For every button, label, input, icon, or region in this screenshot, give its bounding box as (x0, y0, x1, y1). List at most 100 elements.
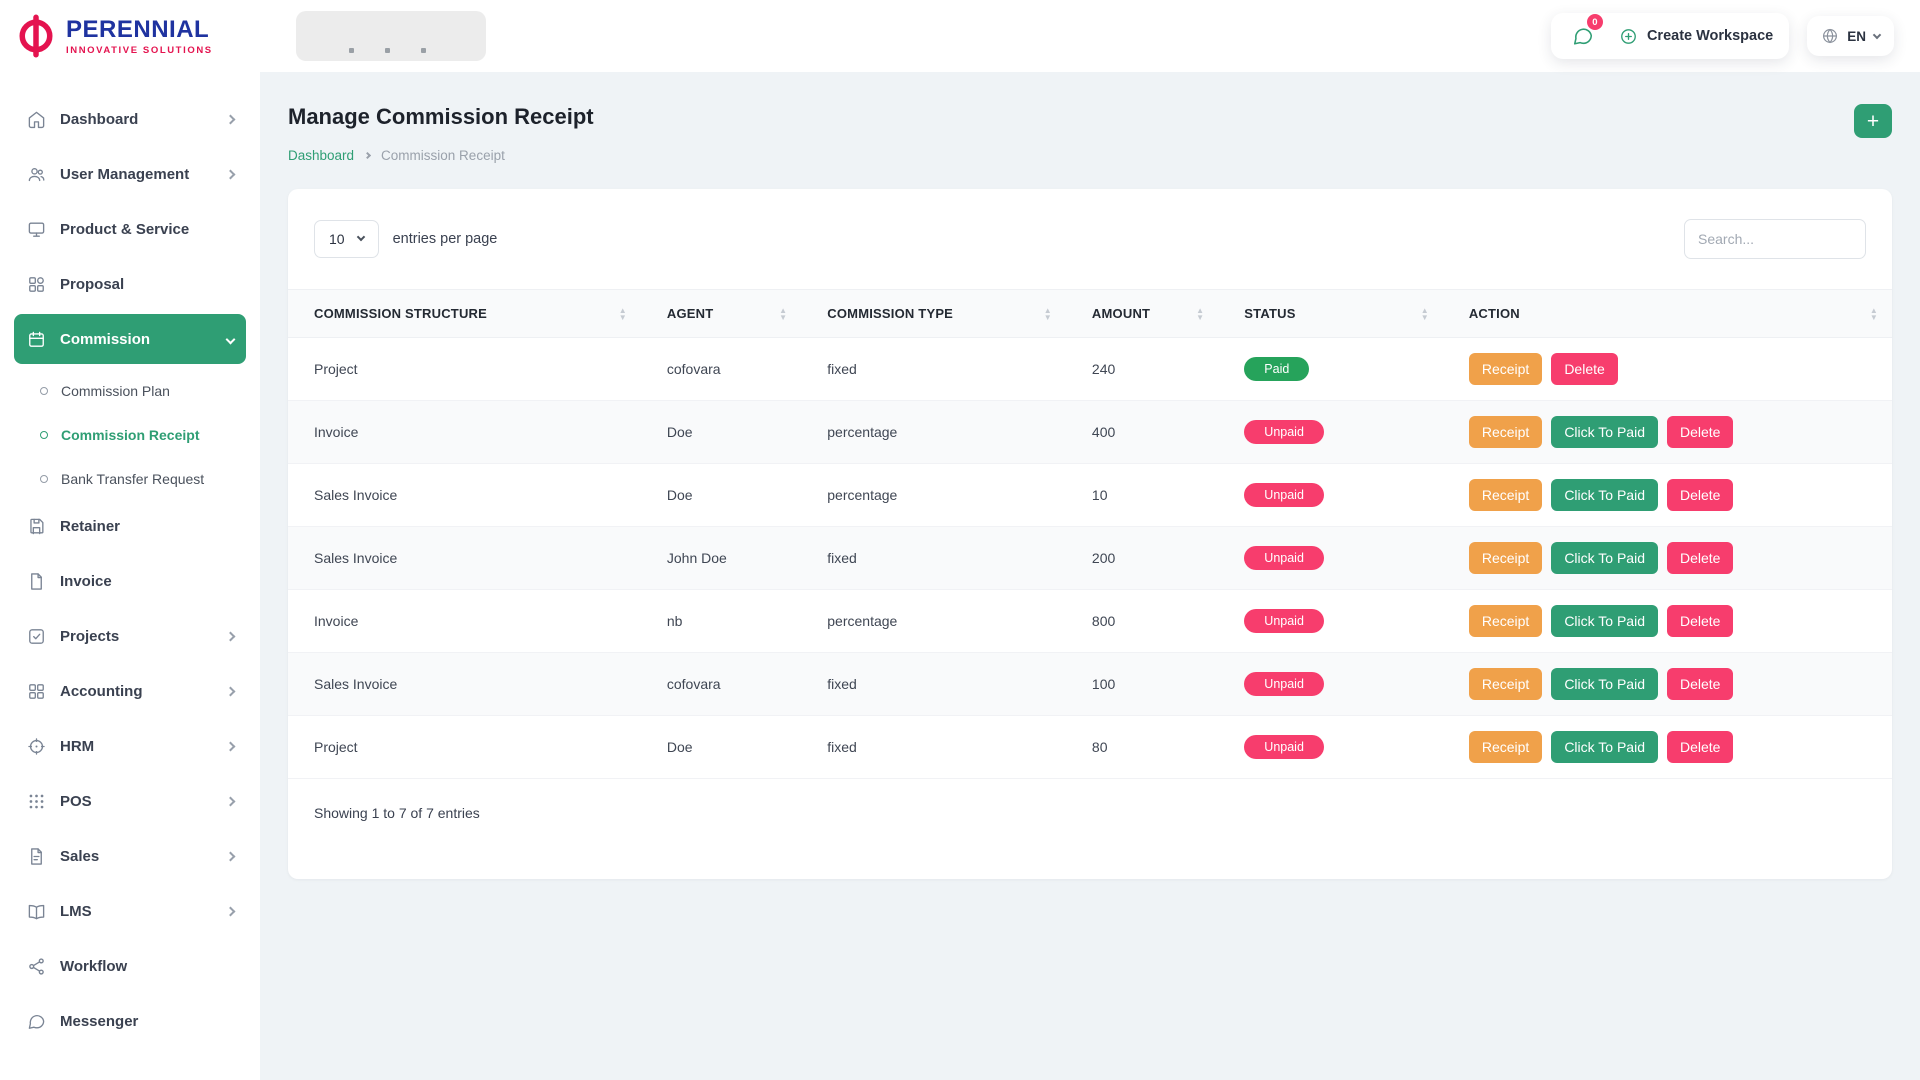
amount-cell: 100 (1066, 653, 1218, 716)
main-content: Manage Commission Receipt + Dashboard Co… (260, 0, 1920, 879)
sort-icon[interactable]: ▲▼ (1870, 307, 1878, 321)
sidebar-item-label: Sales (60, 848, 213, 865)
receipt-button[interactable]: Receipt (1469, 605, 1542, 637)
sort-icon[interactable]: ▲▼ (619, 307, 627, 321)
column-header-status[interactable]: STATUS ▲▼ (1218, 290, 1443, 338)
entries-per-page-select[interactable]: 10 (314, 220, 379, 258)
sidebar-item-user-management[interactable]: User Management (14, 149, 246, 199)
sidebar-item-projects[interactable]: Projects (14, 611, 246, 661)
commission-structure-cell: Sales Invoice (288, 527, 641, 590)
column-header-action[interactable]: ACTION▲▼ (1443, 290, 1892, 338)
click-to-paid-button[interactable]: Click To Paid (1551, 542, 1658, 574)
monitor-icon (26, 219, 46, 239)
search-box (1684, 219, 1866, 259)
users-icon (26, 164, 46, 184)
agent-cell: cofovara (641, 338, 801, 401)
sidebar-item-hrm[interactable]: HRM (14, 721, 246, 771)
add-button[interactable]: + (1854, 104, 1892, 138)
sidebar-item-accounting[interactable]: Accounting (14, 666, 246, 716)
column-header-amount[interactable]: AMOUNT▲▼ (1066, 290, 1218, 338)
sidebar-item-messenger[interactable]: Messenger (14, 996, 246, 1046)
commission-structure-cell: Invoice (288, 590, 641, 653)
sidebar-subitem-commission-plan[interactable]: Commission Plan (14, 369, 246, 413)
table-row: Sales Invoicecofovarafixed100UnpaidRecei… (288, 653, 1892, 716)
sidebar-subitem-commission-receipt[interactable]: Commission Receipt (14, 413, 246, 457)
file-icon (26, 571, 46, 591)
messages-button[interactable]: 0 (1567, 21, 1599, 51)
column-header-commission-type[interactable]: COMMISSION TYPE▲▼ (801, 290, 1066, 338)
action-cell: Receipt Click To Paid Delete (1443, 527, 1892, 590)
brand-logo[interactable]: PERENNIAL INNOVATIVE SOLUTIONS (0, 0, 260, 72)
create-workspace-button[interactable]: Create Workspace (1619, 27, 1773, 46)
sort-icon[interactable]: ▲▼ (1421, 307, 1429, 321)
status-badge: Unpaid (1244, 483, 1324, 507)
brand-logo-icon (14, 14, 58, 58)
click-to-paid-button[interactable]: Click To Paid (1551, 416, 1658, 448)
sort-icon[interactable]: ▲▼ (1196, 307, 1204, 321)
delete-button[interactable]: Delete (1551, 353, 1617, 385)
sidebar-item-workflow[interactable]: Workflow (14, 941, 246, 991)
agent-cell: John Doe (641, 527, 801, 590)
sidebar-item-label: Proposal (60, 276, 234, 293)
receipt-button[interactable]: Receipt (1469, 416, 1542, 448)
sidebar-subitem-bank-transfer-request[interactable]: Bank Transfer Request (14, 457, 246, 501)
chevron-down-icon (356, 233, 364, 241)
click-to-paid-button[interactable]: Click To Paid (1551, 668, 1658, 700)
delete-button[interactable]: Delete (1667, 731, 1733, 763)
chevron-down-icon (226, 334, 236, 344)
sort-icon[interactable]: ▲▼ (779, 307, 787, 321)
delete-button[interactable]: Delete (1667, 542, 1733, 574)
sort-icon[interactable]: ▲▼ (1044, 307, 1052, 321)
agent-cell: Doe (641, 401, 801, 464)
chevron-right-icon (226, 741, 236, 751)
sidebar-item-lms[interactable]: LMS (14, 886, 246, 936)
sidebar-item-label: POS (60, 793, 213, 810)
delete-button[interactable]: Delete (1667, 479, 1733, 511)
share-icon (26, 956, 46, 976)
circle-icon (40, 431, 48, 439)
sidebar-item-proposal[interactable]: Proposal (14, 259, 246, 309)
click-to-paid-button[interactable]: Click To Paid (1551, 605, 1658, 637)
column-header-agent[interactable]: AGENT▲▼ (641, 290, 801, 338)
receipt-button[interactable]: Receipt (1469, 542, 1542, 574)
breadcrumb-dashboard[interactable]: Dashboard (288, 148, 354, 163)
receipt-button[interactable]: Receipt (1469, 668, 1542, 700)
sidebar-item-label: Workflow (60, 958, 234, 975)
search-input[interactable] (1684, 219, 1866, 259)
amount-cell: 400 (1066, 401, 1218, 464)
sidebar-item-sales[interactable]: Sales (14, 831, 246, 881)
language-selector[interactable]: EN (1807, 16, 1894, 56)
delete-button[interactable]: Delete (1667, 605, 1733, 637)
click-to-paid-button[interactable]: Click To Paid (1551, 479, 1658, 511)
calendar-icon (26, 329, 46, 349)
sidebar-item-commission[interactable]: Commission (14, 314, 246, 364)
commission-type-cell: fixed (801, 527, 1066, 590)
delete-button[interactable]: Delete (1667, 416, 1733, 448)
plus-circle-icon (1619, 27, 1638, 46)
chevron-right-icon (226, 796, 236, 806)
receipt-button[interactable]: Receipt (1469, 353, 1542, 385)
table-card: 10 entries per page COMMISSION STRUCTURE… (288, 189, 1892, 879)
action-cell: Receipt Click To Paid Delete (1443, 464, 1892, 527)
sidebar-item-product-service[interactable]: Product & Service (14, 204, 246, 254)
create-workspace-label: Create Workspace (1647, 28, 1773, 44)
grid-icon (26, 681, 46, 701)
action-cell: Receipt Delete (1443, 338, 1892, 401)
receipt-button[interactable]: Receipt (1469, 731, 1542, 763)
chevron-right-icon (226, 631, 236, 641)
breadcrumb: Dashboard Commission Receipt (288, 148, 1892, 163)
column-header-commission-structure[interactable]: COMMISSION STRUCTURE▲▼ (288, 290, 641, 338)
table-row: Invoicenbpercentage800UnpaidReceiptClick… (288, 590, 1892, 653)
sidebar-item-dashboard[interactable]: Dashboard (14, 94, 246, 144)
receipt-button[interactable]: Receipt (1469, 479, 1542, 511)
sidebar-item-retainer[interactable]: Retainer (14, 501, 246, 551)
commission-structure-cell: Invoice (288, 401, 641, 464)
sidebar-item-invoice[interactable]: Invoice (14, 556, 246, 606)
entries-per-page-label: entries per page (393, 231, 498, 247)
sidebar-item-pos[interactable]: POS (14, 776, 246, 826)
column-label: STATUS (1244, 306, 1295, 321)
delete-button[interactable]: Delete (1667, 668, 1733, 700)
sidebar-item-label: Product & Service (60, 221, 234, 238)
chevron-right-icon (226, 114, 236, 124)
click-to-paid-button[interactable]: Click To Paid (1551, 731, 1658, 763)
